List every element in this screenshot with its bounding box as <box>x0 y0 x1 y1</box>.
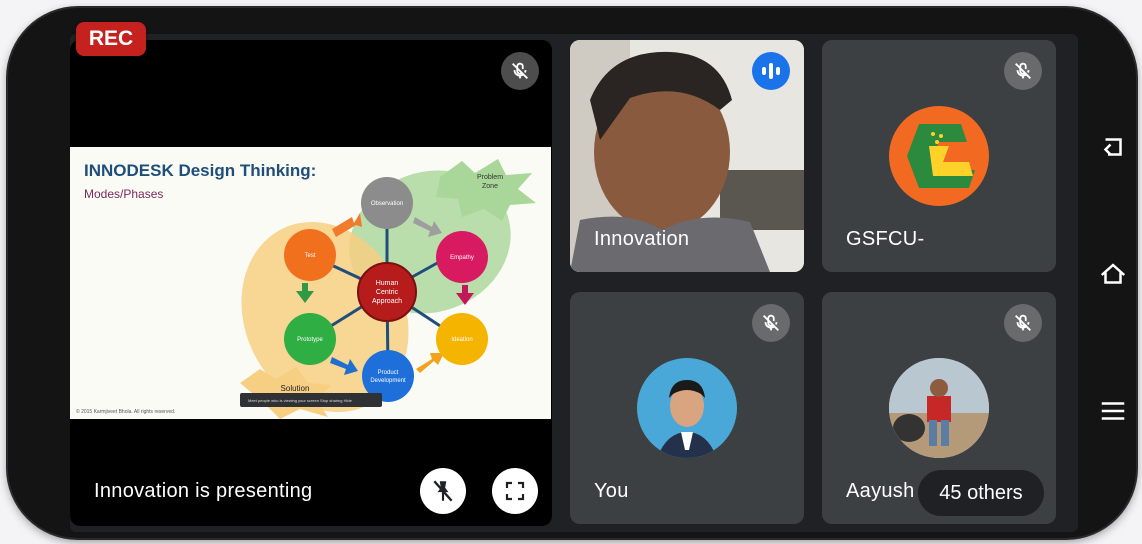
back-icon[interactable] <box>1098 132 1128 162</box>
slide-copyright: © 2015 Karmjiveet Bhola. All rights rese… <box>76 409 176 415</box>
node-prototype-label: Prototype <box>297 337 323 343</box>
mic-off-icon <box>501 52 539 90</box>
node-ideation-label: Ideation <box>451 337 472 343</box>
meet-screen: INNODESK Design Thinking: Modes/Phases P… <box>70 34 1078 532</box>
problem-zone-label: Zone <box>482 183 498 190</box>
node-product-label: Development <box>370 378 406 384</box>
screen-share-toast: Meet people who is viewing your screen S… <box>240 393 382 407</box>
participant-tile-innovation[interactable]: Innovation <box>570 40 804 272</box>
design-thinking-diagram: Problem Zone Solution Observation Empath… <box>240 159 536 419</box>
home-icon[interactable] <box>1098 260 1128 290</box>
participant-tile-you[interactable]: You <box>570 292 804 524</box>
problem-zone-label: Problem <box>477 174 503 181</box>
avatar <box>637 358 737 458</box>
participant-tile-gsfcu[interactable]: GSFCU- <box>822 40 1056 272</box>
node-test-label: Test <box>304 253 315 259</box>
mic-off-icon <box>1004 304 1042 342</box>
participant-name: Innovation <box>594 228 690 250</box>
shared-slide: INNODESK Design Thinking: Modes/Phases P… <box>70 147 551 419</box>
node-center-label: Approach <box>372 298 402 305</box>
participant-name: You <box>594 480 629 502</box>
unpin-button[interactable] <box>420 468 466 514</box>
mic-off-icon <box>752 304 790 342</box>
fullscreen-icon <box>505 481 525 501</box>
node-center-label: Centric <box>376 289 399 296</box>
fullscreen-button[interactable] <box>492 468 538 514</box>
menu-icon[interactable] <box>1098 396 1128 426</box>
speaking-indicator-icon <box>752 52 790 90</box>
solution-label: Solution <box>281 384 310 393</box>
participant-name: Aayush <box>846 480 915 502</box>
presenting-label: Innovation is presenting <box>94 480 313 502</box>
node-center-label: Human <box>376 280 399 287</box>
others-label: 45 others <box>939 481 1023 504</box>
node-observation-label: Observation <box>371 201 403 207</box>
avatar <box>889 106 989 206</box>
node-empathy-label: Empathy <box>450 255 474 261</box>
recording-badge: REC <box>76 22 146 56</box>
others-button[interactable]: 45 others <box>918 470 1044 516</box>
avatar <box>889 358 989 458</box>
phone-frame: INNODESK Design Thinking: Modes/Phases P… <box>8 8 1136 538</box>
mic-off-icon <box>1004 52 1042 90</box>
node-product-label: Product <box>378 370 399 376</box>
presentation-tile[interactable]: INNODESK Design Thinking: Modes/Phases P… <box>70 40 552 526</box>
participant-name: GSFCU- <box>846 228 925 250</box>
recording-label: REC <box>88 27 134 50</box>
pin-off-icon <box>433 480 453 502</box>
